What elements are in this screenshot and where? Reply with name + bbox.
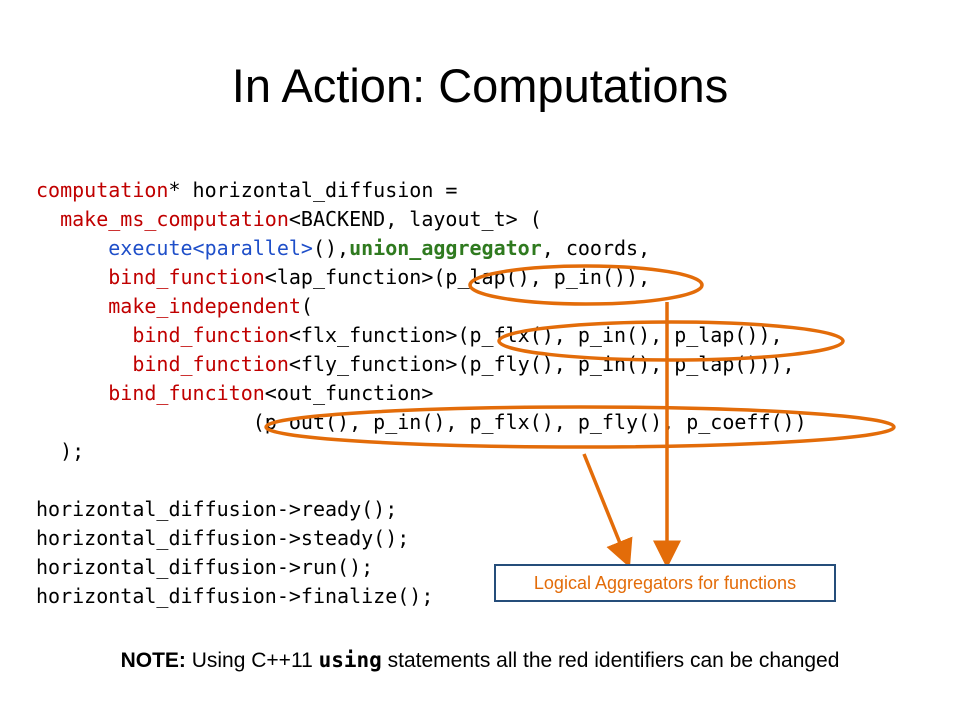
note-text-part: Using C++11: [185, 649, 319, 672]
note-keyword: using: [318, 648, 382, 672]
arrow-from-out-aggregator: [582, 453, 633, 568]
note-text-part: statements all the red identifiers can b…: [381, 649, 840, 672]
highlight-ellipse-out: [264, 405, 896, 449]
highlight-ellipse-lap: [468, 264, 704, 306]
note-text: NOTE: Using C++11 using statements all t…: [0, 648, 960, 673]
logical-aggregators-callout: Logical Aggregators for functions: [494, 564, 836, 602]
highlight-ellipse-flx: [497, 320, 845, 362]
note-label: NOTE:: [120, 649, 186, 672]
annotation-overlay: [264, 264, 896, 569]
